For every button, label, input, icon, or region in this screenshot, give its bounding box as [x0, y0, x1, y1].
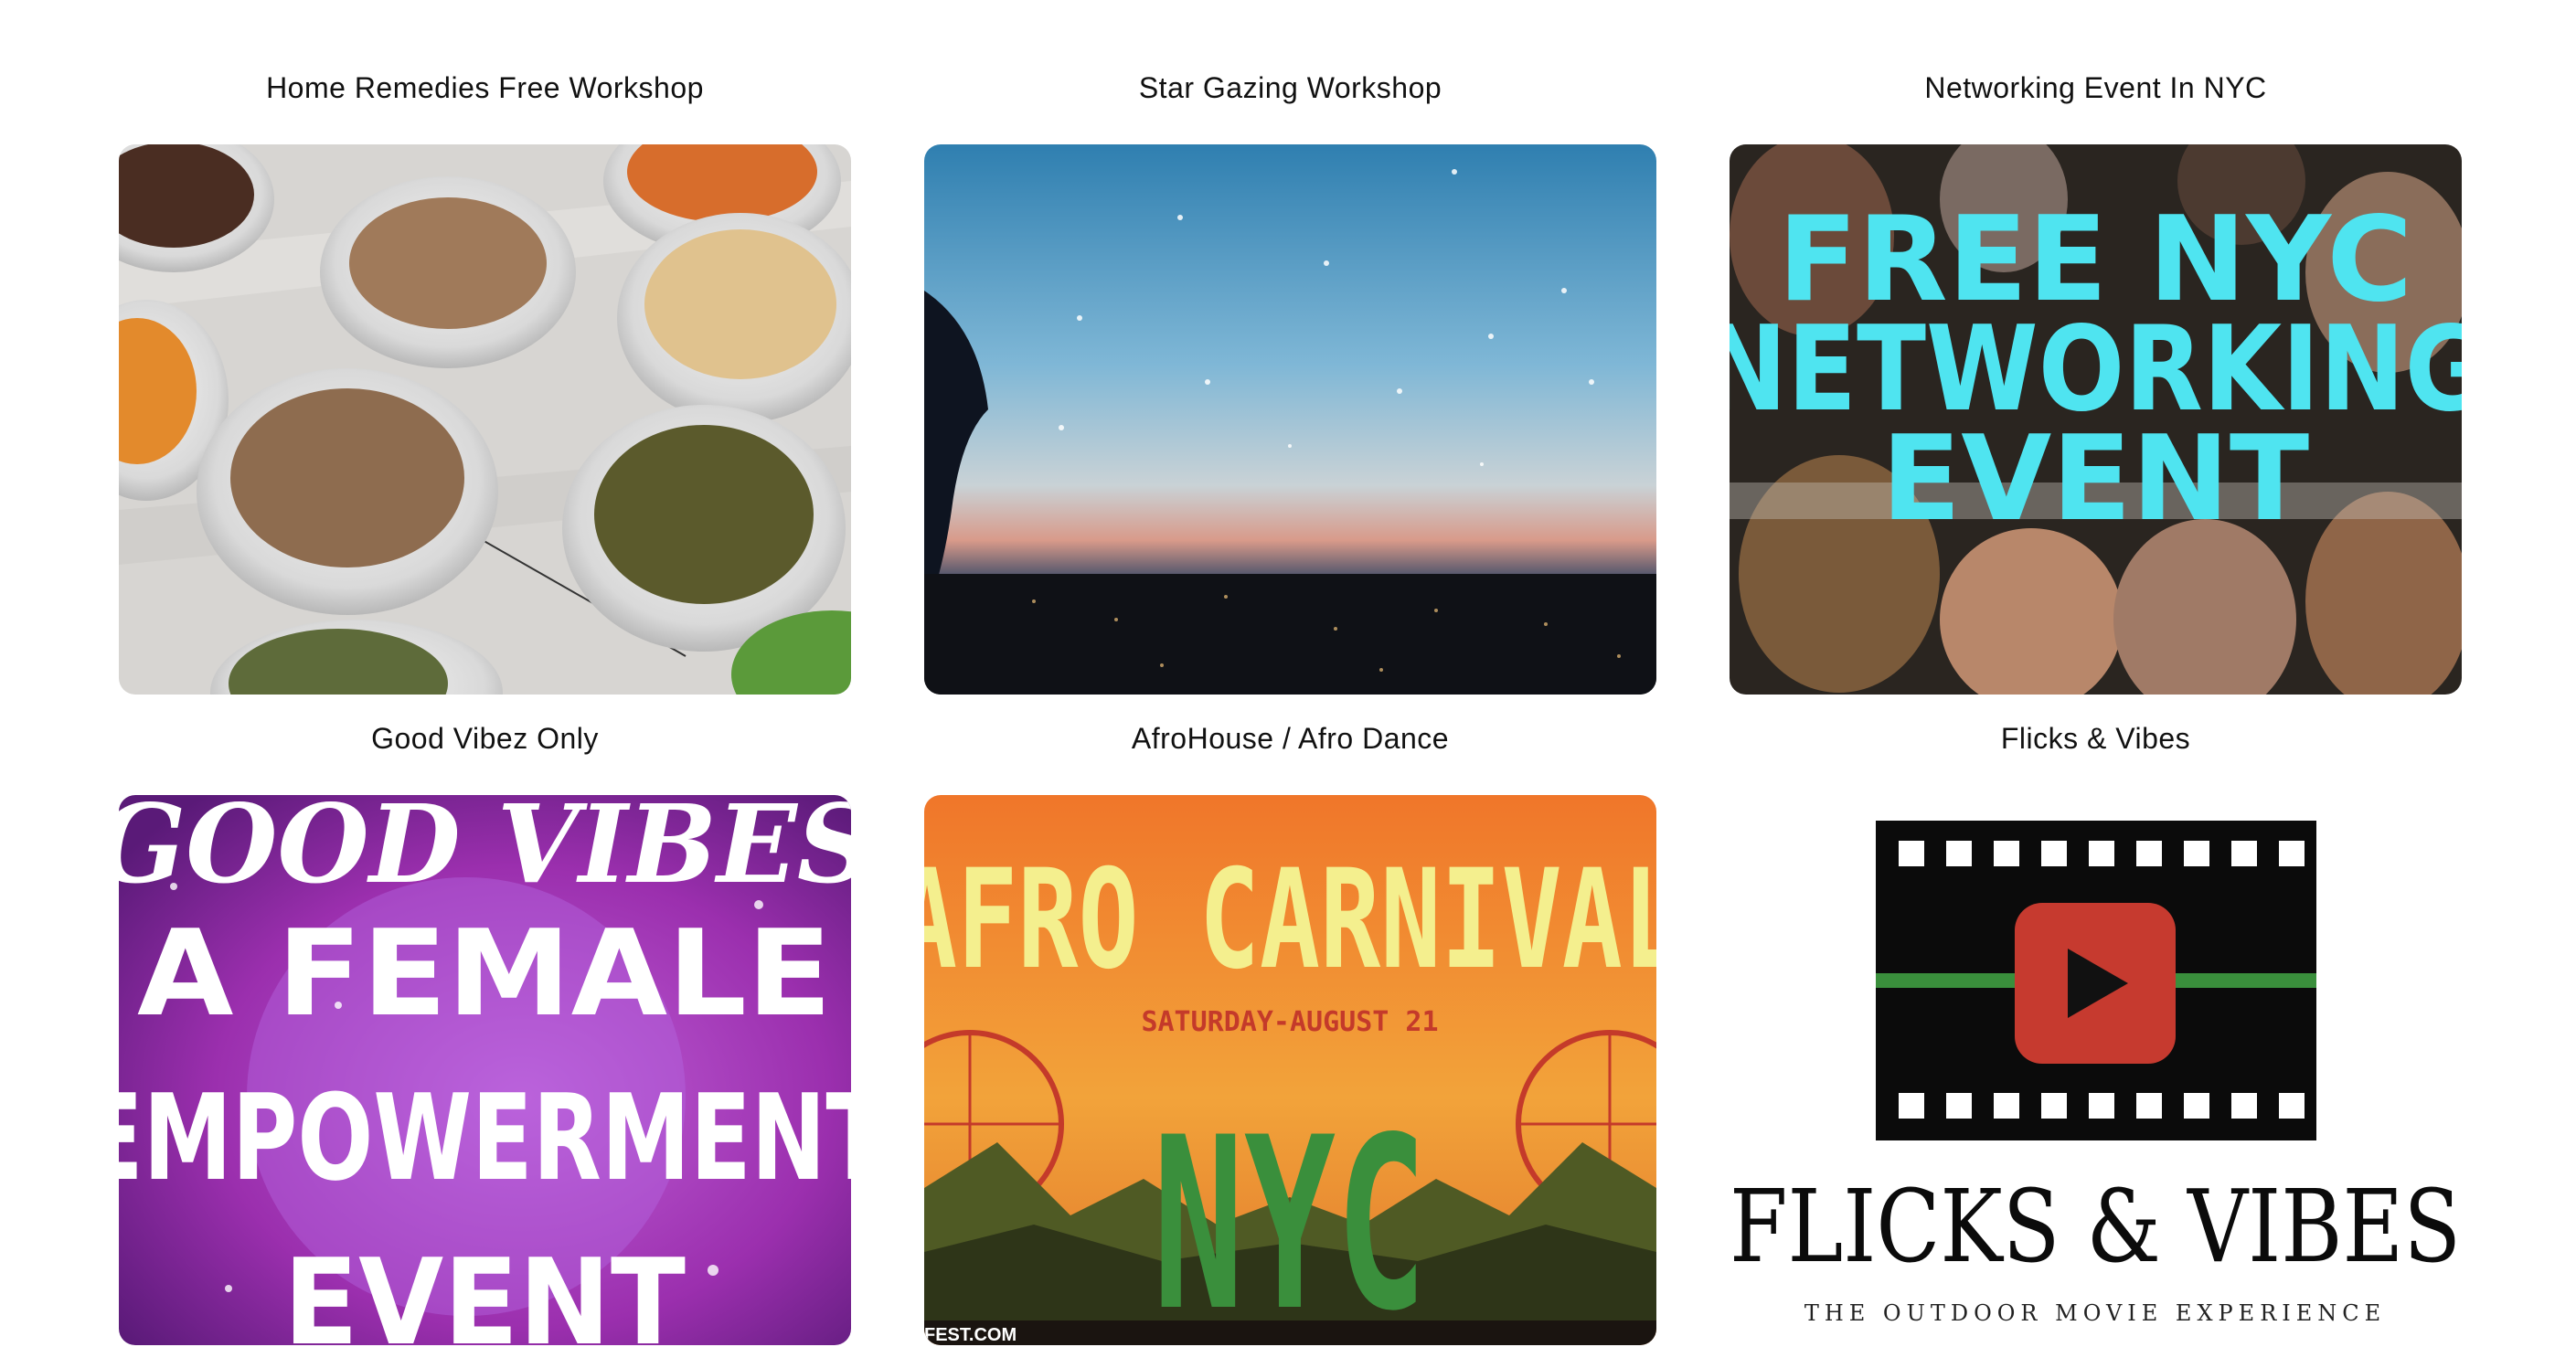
- event-image-good-vibes[interactable]: GOOD VIBES A FEMALE EMPOWERMENT EVENT: [119, 795, 851, 1345]
- networking-image: FREE NYC NETWORKING EVENT: [1730, 144, 2462, 695]
- flicks-tagline: THE OUTDOOR MOVIE EXPERIENCE: [1804, 1300, 2386, 1326]
- carnival-date: SATURDAY-AUGUST 21: [1141, 1006, 1438, 1038]
- vibes-line-1: GOOD VIBES: [119, 795, 851, 907]
- event-image-flicks-vibes[interactable]: FLICKS & VIBES THE OUTDOOR MOVIE EXPERIE…: [1730, 795, 2462, 1345]
- event-image-networking[interactable]: FREE NYC NETWORKING EVENT: [1730, 144, 2462, 695]
- event-image-afro-carnival[interactable]: AFRO CARNIVAL SATURDAY-AUGUST 21 NYC FES…: [924, 795, 1656, 1345]
- networking-line-3: EVENT: [1881, 411, 2309, 547]
- vibes-line-2: A FEMALE: [137, 904, 832, 1043]
- carnival-headline: AFRO CARNIVAL: [924, 841, 1656, 1000]
- flicks-logo-text: FLICKS & VIBES: [1730, 1168, 2461, 1285]
- event-title[interactable]: Good Vibez Only: [119, 720, 851, 757]
- afro-carnival-image: AFRO CARNIVAL SATURDAY-AUGUST 21 NYC FES…: [924, 795, 1656, 1345]
- event-title[interactable]: Star Gazing Workshop: [924, 69, 1656, 106]
- event-title[interactable]: Home Remedies Free Workshop: [119, 69, 851, 106]
- event-image-night-sky[interactable]: [924, 144, 1656, 695]
- event-title[interactable]: Networking Event In NYC: [1730, 69, 2462, 106]
- event-title[interactable]: AfroHouse / Afro Dance: [924, 720, 1656, 757]
- event-title[interactable]: Flicks & Vibes: [1730, 720, 2462, 757]
- good-vibes-image: GOOD VIBES A FEMALE EMPOWERMENT EVENT: [119, 795, 851, 1345]
- vibes-line-3: EMPOWERMENT: [119, 1068, 851, 1207]
- event-image-spices[interactable]: [119, 144, 851, 695]
- carnival-website: FEST.COM: [924, 1325, 1017, 1345]
- flicks-vibes-logo: FLICKS & VIBES THE OUTDOOR MOVIE EXPERIE…: [1730, 795, 2462, 1345]
- spices-image: [119, 144, 851, 695]
- night-sky-image: [924, 144, 1656, 695]
- carnival-nyc: NYC: [1153, 1087, 1427, 1345]
- play-icon: [2015, 903, 2176, 1064]
- vibes-line-4: EVENT: [283, 1233, 686, 1345]
